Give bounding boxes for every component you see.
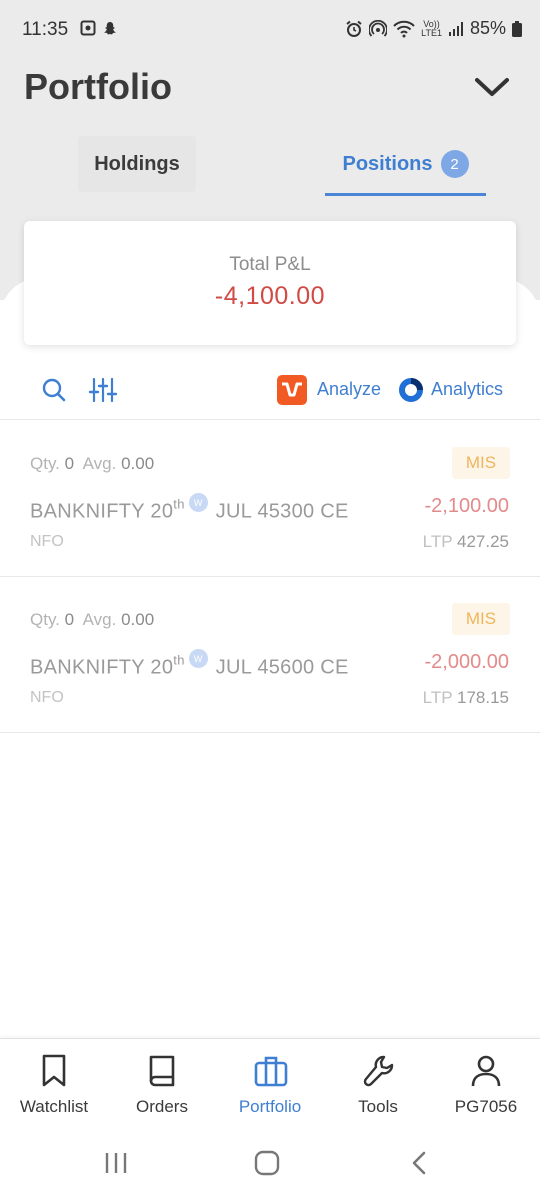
date-suffix: th (173, 496, 185, 512)
analytics-link[interactable]: Analytics (431, 379, 503, 400)
avg-label: Avg. (82, 610, 117, 629)
nav-orders-label: Orders (136, 1097, 188, 1116)
nav-watchlist[interactable]: Watchlist (0, 1039, 108, 1131)
status-right: Vo)) LTE1 85% (345, 18, 522, 39)
search-icon[interactable] (40, 376, 68, 404)
positions-toolbar: Analyze Analytics (0, 360, 540, 420)
tab-positions-label: Positions (342, 152, 433, 175)
position-qty-avg: Qty. 0 Avg. 0.00 (30, 610, 154, 630)
wrench-icon (363, 1055, 394, 1087)
avg-value: 0.00 (121, 610, 155, 629)
gallery-notification-icon (80, 20, 96, 36)
alarm-icon (346, 20, 362, 37)
nav-tools-label: Tools (358, 1097, 398, 1116)
bookmark-icon (42, 1054, 66, 1087)
avg-label: Avg. (82, 454, 117, 473)
hotspot-icon (369, 19, 388, 37)
status-time: 11:35 (22, 19, 69, 40)
qty-label: Qty. (30, 610, 60, 629)
tab-holdings[interactable]: Holdings (78, 136, 196, 192)
symbol-text: BANKNIFTY 20 (30, 500, 174, 523)
snapchat-notification-icon (104, 22, 116, 35)
exchange-label: NFO (30, 533, 64, 550)
wifi-icon (393, 20, 415, 37)
avg-value: 0.00 (121, 454, 155, 473)
weekly-expiry-badge: W (188, 649, 208, 668)
position-qty-avg: Qty. 0 Avg. 0.00 (30, 454, 154, 474)
nav-portfolio[interactable]: Portfolio (216, 1039, 324, 1131)
battery-percent: 85% (469, 18, 506, 38)
nav-tools[interactable]: Tools (324, 1039, 432, 1131)
ltp-label: LTP (422, 688, 453, 707)
position-ltp: LTP 178.15 (423, 688, 509, 708)
instrument-name: BANKNIFTY 20th W JUL 45600 CE (30, 649, 349, 680)
symbol-text: BANKNIFTY 20 (30, 656, 174, 679)
ltp-label: LTP (422, 532, 453, 551)
total-pnl-card: Total P&L -4,100.00 (24, 221, 516, 345)
instrument-name: BANKNIFTY 20th W JUL 45300 CE (30, 493, 349, 524)
nav-profile[interactable]: PG7056 (432, 1039, 540, 1131)
signal-icon (448, 21, 463, 36)
total-pnl-label: Total P&L (229, 254, 311, 275)
positions-count-badge: 2 (440, 150, 469, 178)
contract-text: JUL 45300 CE (215, 500, 349, 523)
qty-value: 0 (64, 454, 75, 473)
user-icon (471, 1055, 501, 1087)
tab-positions[interactable]: Positions 2 (325, 136, 486, 192)
date-suffix: th (173, 652, 185, 668)
qty-value: 0 (64, 610, 75, 629)
network-type: Vo)) LTE1 (421, 19, 442, 38)
position-row[interactable]: Qty. 0 Avg. 0.00 MIS BANKNIFTY 20th W JUL … (0, 421, 540, 577)
tab-holdings-label: Holdings (94, 152, 180, 175)
nav-watchlist-label: Watchlist (19, 1097, 89, 1116)
analyze-logo-icon[interactable] (277, 375, 307, 405)
position-pnl: -2,100.00 (424, 495, 509, 517)
status-bar: 11:35 Vo)) LTE1 85% (0, 0, 540, 60)
exchange-label: NFO (30, 689, 64, 706)
lte-label: LTE1 (421, 27, 442, 38)
position-row[interactable]: Qty. 0 Avg. 0.00 MIS BANKNIFTY 20th W JUL … (0, 577, 540, 733)
position-ltp: LTP 427.25 (423, 532, 509, 552)
position-pnl: -2,000.00 (424, 651, 509, 673)
weekly-expiry-badge: W (188, 493, 208, 512)
nav-orders[interactable]: Orders (108, 1039, 216, 1131)
ltp-value: 427.25 (457, 532, 509, 551)
page-title: Portfolio (24, 66, 172, 107)
contract-text: JUL 45600 CE (215, 656, 349, 679)
book-icon (149, 1055, 175, 1087)
total-pnl-value: -4,100.00 (214, 282, 326, 310)
nav-profile-label: PG7056 (454, 1097, 518, 1116)
analyze-link[interactable]: Analyze (317, 379, 381, 400)
recent-apps-icon[interactable] (103, 1150, 129, 1176)
bottom-navigation: Watchlist Orders Portfolio Tools PG7056 (0, 1038, 540, 1130)
product-type-badge: MIS (452, 447, 510, 479)
back-icon[interactable] (408, 1150, 430, 1176)
chevron-down-icon[interactable] (472, 72, 512, 102)
home-icon[interactable] (254, 1150, 280, 1176)
system-navigation-bar (0, 1130, 540, 1200)
nav-portfolio-label: Portfolio (238, 1097, 302, 1116)
product-type-badge: MIS (452, 603, 510, 635)
notification-icons (80, 20, 118, 36)
ltp-value: 178.15 (457, 688, 509, 707)
battery-icon (512, 20, 522, 37)
analytics-logo-icon[interactable] (398, 377, 424, 403)
briefcase-icon (254, 1056, 288, 1087)
qty-label: Qty. (30, 454, 60, 473)
active-tab-indicator (325, 193, 486, 196)
sliders-icon[interactable] (88, 376, 118, 404)
